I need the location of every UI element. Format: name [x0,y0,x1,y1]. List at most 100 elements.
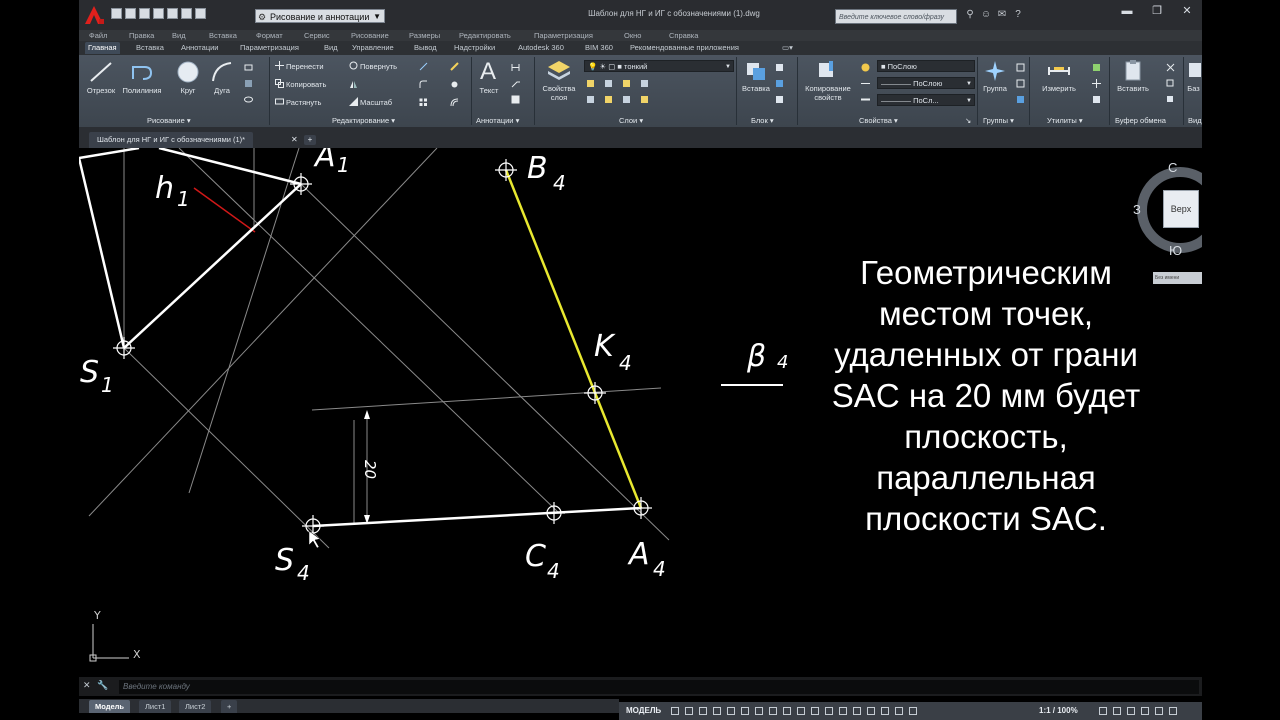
tab-parametric[interactable]: Параметризация [237,42,302,54]
layers-panel-title[interactable]: Слои ▾ [619,116,643,126]
measure-button[interactable]: Измерить [1034,59,1084,93]
layer-tool-icon[interactable] [586,95,595,104]
otrack-icon[interactable] [741,707,749,715]
block-panel-title[interactable]: Блок ▾ [751,116,774,126]
group-select-icon[interactable] [1016,95,1025,104]
properties-launcher-icon[interactable]: ↘ [965,116,971,126]
menu-draw[interactable]: Рисование [351,30,389,41]
circle-button[interactable]: Круг [173,59,203,95]
search-input[interactable]: Введите ключевое слово/фразу [835,9,957,24]
fullscreen-icon[interactable] [1155,707,1163,715]
attribute-icon[interactable] [775,95,784,104]
command-line-close-icon[interactable]: ✕ 🔧 [83,680,110,691]
tab-manage[interactable]: Управление [349,42,397,54]
properties-panel-title[interactable]: Свойства ▾ [859,116,898,126]
group-button[interactable]: Группа [979,59,1011,93]
isolate-icon[interactable] [881,707,889,715]
copy-clip-icon[interactable] [1166,79,1175,88]
erase-icon[interactable] [450,62,459,71]
new-layout-icon[interactable]: + [221,700,238,713]
tab-sheet1[interactable]: Лист1 [139,700,172,713]
explode-icon[interactable] [450,80,459,89]
layer-dropdown[interactable]: 💡 ☀ ▢ ■ тонкий ▼ [584,60,734,72]
fillet-icon[interactable] [419,80,428,89]
help-icon[interactable]: ? [1012,9,1024,21]
plot-icon[interactable] [167,8,178,19]
annotation-monitor-icon[interactable] [825,707,833,715]
viewcube-south[interactable]: Ю [1169,243,1182,258]
workspace-switch-icon[interactable] [1099,707,1107,715]
viewcube-top-face[interactable]: Верх [1163,190,1199,228]
menu-view[interactable]: Вид [172,30,186,41]
table-icon[interactable] [511,95,520,104]
exchange-icon[interactable]: ✉ [996,9,1008,21]
menu-format[interactable]: Формат [256,30,283,41]
3d-osnap-icon[interactable] [797,707,805,715]
layer-tool-icon[interactable] [586,79,595,88]
layer-properties-button[interactable]: Свойства слоя [537,59,581,102]
array-icon[interactable] [419,98,428,107]
linetype-icon[interactable] [861,79,870,88]
layer-tool-icon[interactable] [640,95,649,104]
trim-icon[interactable] [419,62,428,71]
menu-help[interactable]: Справка [669,30,698,41]
lineweight-toggle-icon[interactable] [755,707,763,715]
lineweight-dropdown[interactable]: ———— ПоСл... ▼ [877,94,975,106]
snap-icon[interactable] [685,707,693,715]
layer-tool-icon[interactable] [622,95,631,104]
hatch-icon[interactable] [244,79,253,88]
binoculars-icon[interactable]: ⚲ [964,9,976,21]
rectangle-icon[interactable] [244,63,253,72]
customization-icon[interactable] [1141,707,1149,715]
tab-output[interactable]: Вывод [411,42,440,54]
polyline-button[interactable]: Полилиния [119,59,165,95]
viewcube-north[interactable]: С [1168,160,1177,175]
clean-screen-icon[interactable] [909,707,917,715]
tab-featured-apps[interactable]: Рекомендованные приложения [627,42,742,54]
menu-tools[interactable]: Сервис [304,30,330,41]
edit-block-icon[interactable] [775,79,784,88]
new-tab-icon[interactable]: + [304,135,316,145]
redo-icon[interactable] [195,8,206,19]
auto-scale-icon[interactable] [1127,707,1135,715]
paste-button[interactable]: Вставить [1113,59,1153,93]
tab-autodesk360[interactable]: Autodesk 360 [515,42,567,54]
quick-properties-icon[interactable] [853,707,861,715]
lock-ui-icon[interactable] [867,707,875,715]
clipboard-panel-title[interactable]: Буфер обмена [1115,116,1166,126]
selection-cycling-icon[interactable] [783,707,791,715]
base-button[interactable]: Баз [1185,59,1202,93]
annotation-panel-title[interactable]: Аннотации ▾ [476,116,519,126]
linetype-dropdown[interactable]: ———— ПоСлою ▼ [877,77,975,89]
tab-model[interactable]: Модель [89,700,131,713]
scale-button[interactable]: Масштаб [349,97,392,108]
drawing-canvas[interactable]: A 1 h 1 S 1 B 4 K 4 S 4 C 4 A 4 β 4 20 Y… [79,148,1202,672]
menu-dimension[interactable]: Размеры [409,30,440,41]
dynamic-ucs-icon[interactable] [811,707,819,715]
ellipse-icon[interactable] [244,95,253,104]
leader-icon[interactable] [511,79,520,88]
workspace-dropdown[interactable]: ⚙ Рисование и аннотации ▼ [255,9,385,23]
osnap-icon[interactable] [727,707,735,715]
transparency-icon[interactable] [769,707,777,715]
new-icon[interactable] [111,8,122,19]
move-button[interactable]: Перенести [275,61,324,72]
tab-view[interactable]: Вид [321,42,341,54]
user-icon[interactable]: ☺ [980,9,992,21]
match-properties-button[interactable]: Копирование свойств [799,59,857,102]
color-dropdown[interactable]: ■ ПоСлою [877,60,975,72]
menu-parametric[interactable]: Параметризация [534,30,593,41]
text-button[interactable]: A Текст [475,57,503,95]
model-space-button[interactable]: МОДЕЛЬ [623,704,664,718]
grid-icon[interactable] [671,707,679,715]
point-icon[interactable] [1092,79,1101,88]
ungroup-icon[interactable] [1016,63,1025,72]
ortho-icon[interactable] [699,707,707,715]
annotation-scale[interactable]: 1:1 / 100% [1039,704,1078,718]
annotation-visibility-icon[interactable] [1113,707,1121,715]
modify-panel-title[interactable]: Редактирование ▾ [332,116,395,126]
group-edit-icon[interactable] [1016,79,1025,88]
copy-button[interactable]: Копировать [275,79,326,90]
open-icon[interactable] [125,8,136,19]
layer-tool-icon[interactable] [604,79,613,88]
